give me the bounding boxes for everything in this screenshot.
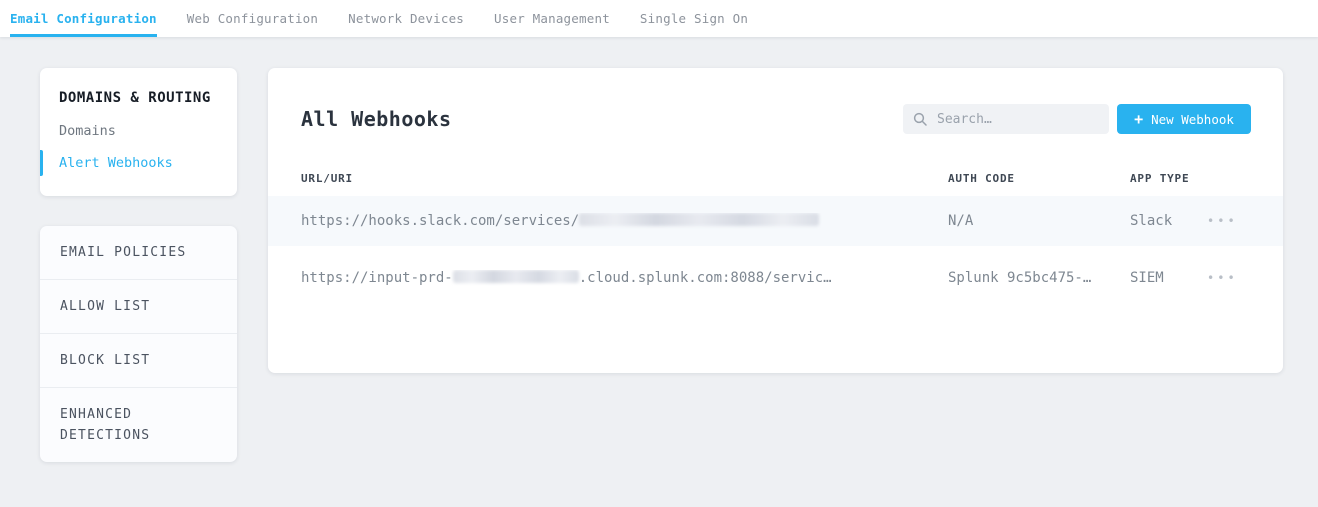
row-actions-cell: ••• (1207, 213, 1283, 229)
page-title: All Webhooks (301, 107, 452, 131)
row-actions-cell: ••• (1207, 270, 1283, 286)
app-type-cell: SIEM (1130, 270, 1207, 286)
url-prefix: https://hooks.slack.com/services/ (301, 213, 579, 229)
tab-user-management[interactable]: User Management (494, 0, 610, 37)
tab-email-configuration[interactable]: Email Configuration (10, 0, 157, 37)
url-suffix: .cloud.splunk.com:8088/servic… (579, 270, 832, 286)
webhooks-panel: All Webhooks + New Webhook URL/URI AUTH … (268, 68, 1283, 373)
sidebar-section-title: DOMAINS & ROUTING (59, 90, 237, 106)
column-header-url: URL/URI (268, 172, 948, 185)
table-row: https://input-prd- .cloud.splunk.com:8088… (268, 246, 1283, 310)
search-box (903, 104, 1109, 134)
webhook-url-cell: https://hooks.slack.com/services/ (268, 213, 948, 229)
redacted-url-segment (453, 270, 579, 283)
app-type-cell: Slack (1130, 213, 1207, 229)
sidebar-item-allow-list[interactable]: ALLOW LIST (40, 279, 237, 333)
sidebar-item-alert-webhooks[interactable]: Alert Webhooks (59, 155, 237, 171)
auth-code-cell: N/A (948, 213, 1130, 229)
column-header-app-type: APP TYPE (1130, 172, 1207, 185)
new-webhook-button[interactable]: + New Webhook (1117, 104, 1251, 134)
sidebar-item-label: Alert Webhooks (59, 155, 173, 171)
panel-header: All Webhooks + New Webhook (268, 68, 1283, 134)
webhooks-table: URL/URI AUTH CODE APP TYPE https://hooks… (268, 134, 1283, 310)
redacted-url-segment (579, 213, 819, 226)
sidebar-domains-routing-card: DOMAINS & ROUTING Domains Alert Webhooks (40, 68, 237, 196)
url-prefix: https://input-prd- (301, 270, 453, 286)
search-input[interactable] (935, 111, 1099, 128)
top-nav: Email Configuration Web Configuration Ne… (0, 0, 1318, 37)
table-row: https://hooks.slack.com/services/ N/A Sl… (268, 196, 1283, 246)
ellipsis-menu-icon[interactable]: ••• (1207, 271, 1238, 285)
tab-web-configuration[interactable]: Web Configuration (187, 0, 318, 37)
table-header-row: URL/URI AUTH CODE APP TYPE (268, 134, 1283, 196)
sidebar-item-email-policies[interactable]: EMAIL POLICIES (40, 226, 237, 279)
plus-icon: + (1134, 112, 1143, 127)
sidebar-item-enhanced-detections[interactable]: ENHANCED DETECTIONS (40, 387, 237, 462)
sidebar-item-domains[interactable]: Domains (59, 123, 237, 139)
sidebar-item-block-list[interactable]: BLOCK LIST (40, 333, 237, 387)
auth-code-cell: Splunk 9c5bc475-… (948, 270, 1130, 286)
tab-network-devices[interactable]: Network Devices (348, 0, 464, 37)
webhook-url-cell: https://input-prd- .cloud.splunk.com:8088… (268, 270, 948, 286)
new-webhook-button-label: New Webhook (1151, 112, 1234, 127)
search-icon (913, 112, 927, 126)
tab-single-sign-on[interactable]: Single Sign On (640, 0, 748, 37)
active-item-indicator (40, 150, 43, 176)
ellipsis-menu-icon[interactable]: ••• (1207, 214, 1238, 228)
column-header-auth-code: AUTH CODE (948, 172, 1130, 185)
sidebar-sections-card: EMAIL POLICIES ALLOW LIST BLOCK LIST ENH… (40, 226, 237, 462)
